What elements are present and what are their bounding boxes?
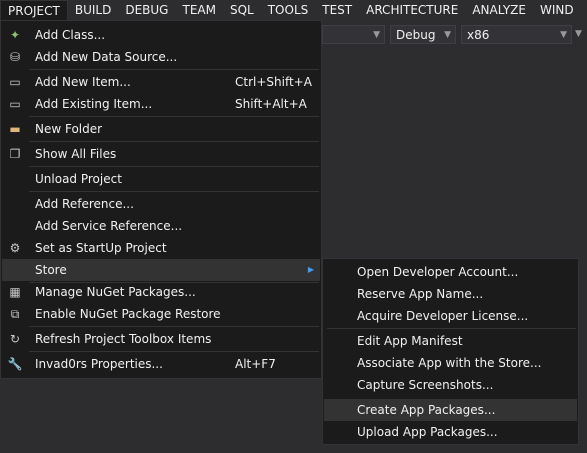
configuration-value: Debug (396, 28, 436, 42)
menu-item-add-existing-item[interactable]: ▭ Add Existing Item... Shift+Alt+A (2, 93, 320, 115)
menu-bar: PROJECT BUILD DEBUG TEAM SQL TOOLS TEST … (0, 0, 587, 21)
menu-separator (327, 328, 576, 329)
menu-separator (29, 166, 319, 167)
store-submenu: Open Developer Account... Reserve App Na… (322, 258, 579, 445)
menu-item-label: Reserve App Name... (357, 287, 484, 301)
toolbar-overflow-icon[interactable]: ▼ (575, 29, 582, 39)
submenu-item-acquire-developer-license[interactable]: Acquire Developer License... (324, 305, 577, 327)
package-restore-icon: ⧉ (10, 307, 20, 321)
menu-analyze[interactable]: ANALYZE (465, 0, 533, 21)
show-all-files-icon: ❐ (9, 147, 21, 161)
platform-combo[interactable]: x86 ▼ (461, 25, 572, 44)
nuget-icon: ▦ (9, 285, 21, 299)
menu-item-add-data-source[interactable]: ⛁ Add New Data Source... (2, 46, 320, 68)
menu-item-properties[interactable]: 🔧 Invad0rs Properties... Alt+F7 (2, 353, 320, 375)
menu-team[interactable]: TEAM (175, 0, 222, 21)
menu-separator (29, 191, 319, 192)
add-class-icon: ✦ (9, 28, 21, 42)
new-folder-icon: ▬ (9, 122, 21, 136)
menu-item-label: Add Existing Item... (35, 97, 153, 111)
submenu-arrow-icon: ▶ (307, 265, 314, 274)
menu-item-label: Invad0rs Properties... (35, 357, 163, 371)
menu-architecture[interactable]: ARCHITECTURE (359, 0, 465, 21)
menu-item-new-folder[interactable]: ▬ New Folder (2, 118, 320, 140)
menu-item-label: Set as StartUp Project (35, 241, 167, 255)
wrench-icon: 🔧 (7, 357, 23, 371)
menu-item-add-reference[interactable]: Add Reference... (2, 193, 320, 215)
menu-item-set-startup-project[interactable]: ⚙ Set as StartUp Project (2, 237, 320, 259)
project-menu: ✦ Add Class... ⛁ Add New Data Source... … (0, 20, 322, 379)
menu-item-label: Show All Files (35, 147, 117, 161)
configuration-combo[interactable]: Debug ▼ (390, 25, 456, 44)
chevron-down-icon: ▼ (444, 30, 451, 40)
menu-test[interactable]: TEST (315, 0, 359, 21)
submenu-item-edit-app-manifest[interactable]: Edit App Manifest (324, 330, 577, 352)
menu-tools[interactable]: TOOLS (261, 0, 316, 21)
menu-item-label: Refresh Project Toolbox Items (35, 332, 212, 346)
menu-item-label: Manage NuGet Packages... (35, 285, 196, 299)
menu-separator (29, 69, 319, 70)
menu-item-store[interactable]: Store ▶ (2, 259, 320, 281)
menu-item-shortcut: Alt+F7 (235, 357, 276, 371)
menu-separator (29, 326, 319, 327)
menu-debug[interactable]: DEBUG (118, 0, 175, 21)
menu-item-label: Enable NuGet Package Restore (35, 307, 221, 321)
menu-item-label: Add Class... (35, 28, 106, 42)
refresh-icon: ↻ (9, 332, 21, 346)
menu-item-label: Add New Data Source... (35, 50, 178, 64)
submenu-item-open-developer-account[interactable]: Open Developer Account... (324, 261, 577, 283)
menu-separator (29, 116, 319, 117)
chevron-down-icon: ▼ (560, 30, 567, 40)
menu-item-shortcut: Ctrl+Shift+A (235, 75, 312, 89)
menu-item-manage-nuget[interactable]: ▦ Manage NuGet Packages... (2, 281, 320, 303)
menu-separator (29, 141, 319, 142)
submenu-item-capture-screenshots[interactable]: Capture Screenshots... (324, 374, 577, 396)
gear-icon: ⚙ (9, 241, 21, 255)
menu-item-label: Add Service Reference... (35, 219, 183, 233)
menu-item-unload-project[interactable]: Unload Project (2, 168, 320, 190)
submenu-item-reserve-app-name[interactable]: Reserve App Name... (324, 283, 577, 305)
add-new-item-icon: ▭ (9, 75, 21, 89)
menu-item-label: Open Developer Account... (357, 265, 519, 279)
menu-item-add-new-item[interactable]: ▭ Add New Item... Ctrl+Shift+A (2, 71, 320, 93)
startup-combo[interactable]: ▼ (322, 25, 385, 44)
menu-item-label: Store (35, 263, 67, 277)
menu-item-label: Add Reference... (35, 197, 134, 211)
menu-item-label: Add New Item... (35, 75, 131, 89)
menu-sql[interactable]: SQL (223, 0, 261, 21)
submenu-item-associate-app[interactable]: Associate App with the Store... (324, 352, 577, 374)
add-data-source-icon: ⛁ (9, 50, 21, 64)
submenu-item-upload-app-packages[interactable]: Upload App Packages... (324, 421, 577, 443)
menu-window[interactable]: WIND (533, 0, 581, 21)
menu-item-refresh-toolbox[interactable]: ↻ Refresh Project Toolbox Items (2, 328, 320, 350)
menu-item-label: Acquire Developer License... (357, 309, 529, 323)
menu-item-show-all-files[interactable]: ❐ Show All Files (2, 143, 320, 165)
menu-item-label: Capture Screenshots... (357, 378, 494, 392)
menu-item-label: Associate App with the Store... (357, 356, 542, 370)
menu-item-label: Unload Project (35, 172, 122, 186)
menu-item-add-service-reference[interactable]: Add Service Reference... (2, 215, 320, 237)
menu-item-enable-nuget-restore[interactable]: ⧉ Enable NuGet Package Restore (2, 303, 320, 325)
menu-item-label: Edit App Manifest (357, 334, 463, 348)
chevron-down-icon: ▼ (373, 30, 380, 40)
menu-item-label: Upload App Packages... (357, 425, 498, 439)
menu-item-shortcut: Shift+Alt+A (235, 97, 307, 111)
menu-item-add-class[interactable]: ✦ Add Class... (2, 24, 320, 46)
platform-value: x86 (467, 28, 490, 42)
menu-project[interactable]: PROJECT (0, 0, 68, 21)
menu-item-label: New Folder (35, 122, 103, 136)
menu-separator (29, 351, 319, 352)
add-existing-item-icon: ▭ (9, 97, 21, 111)
menu-item-label: Create App Packages... (357, 403, 496, 417)
menu-build[interactable]: BUILD (68, 0, 118, 21)
submenu-item-create-app-packages[interactable]: Create App Packages... (324, 399, 577, 421)
